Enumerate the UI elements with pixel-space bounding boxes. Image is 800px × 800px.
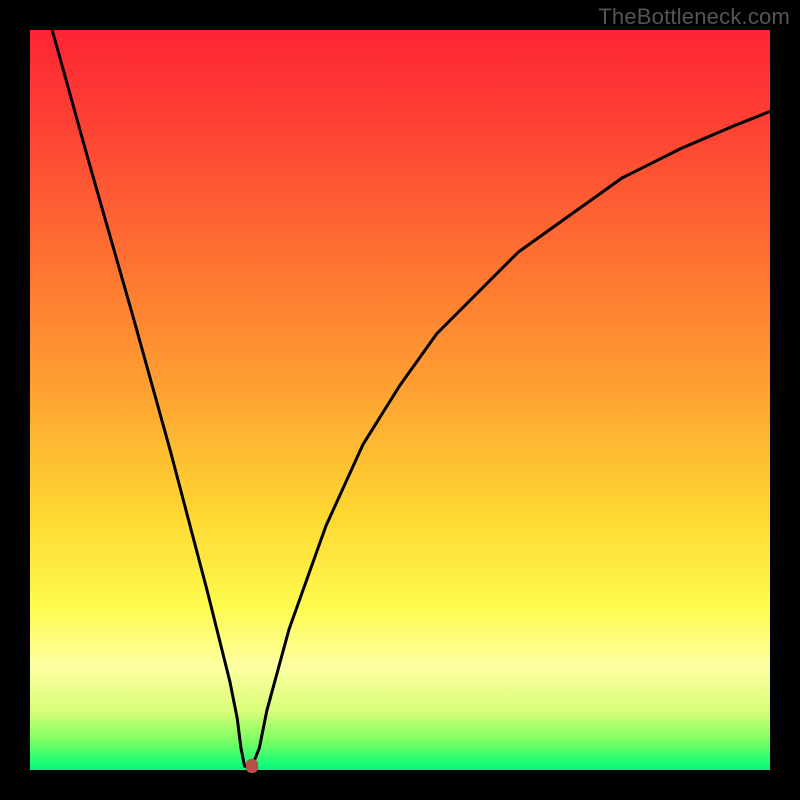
minimum-marker <box>246 759 258 773</box>
chart-container: TheBottleneck.com <box>0 0 800 800</box>
plot-area <box>30 30 770 770</box>
curve-svg <box>30 30 770 770</box>
attribution-label: TheBottleneck.com <box>598 4 790 30</box>
valley-curve <box>52 30 770 766</box>
